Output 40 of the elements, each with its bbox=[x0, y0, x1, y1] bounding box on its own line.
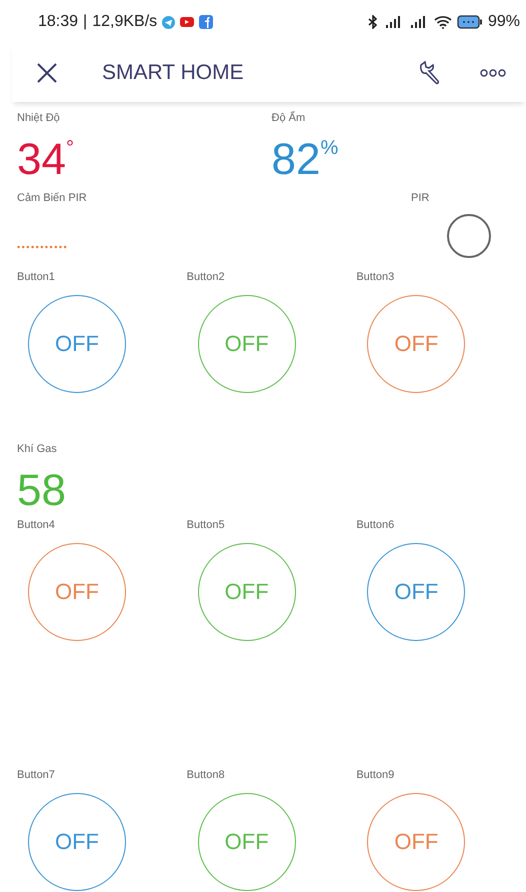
sensor-label: Độ Ẩm bbox=[272, 112, 306, 124]
button-label: Button7 bbox=[17, 769, 56, 781]
bluetooth-icon bbox=[366, 15, 379, 29]
indicator-label: PIR bbox=[411, 192, 430, 204]
play-icon bbox=[180, 17, 194, 27]
toggle-button[interactable]: OFF bbox=[28, 793, 126, 891]
sensor-value: 34° bbox=[17, 136, 74, 184]
button-label: Button4 bbox=[17, 519, 56, 531]
network-speed: 12,9KB/s bbox=[92, 13, 158, 31]
clock-time: 18:39 bbox=[38, 13, 78, 31]
button-label: Button9 bbox=[356, 769, 396, 781]
battery-icon bbox=[456, 15, 483, 29]
button-label: Button5 bbox=[186, 519, 226, 531]
button-label: Button6 bbox=[356, 519, 396, 531]
button-label: Button1 bbox=[17, 271, 56, 283]
screen-title: SMART HOME bbox=[102, 61, 245, 85]
sensor-value: 82% bbox=[272, 136, 338, 184]
sensor-label: Cảm Biến PIR bbox=[17, 192, 88, 204]
sensor-value: ••••••••••• bbox=[17, 242, 68, 252]
toggle-button[interactable]: OFF bbox=[367, 543, 466, 641]
toggle-button[interactable]: OFF bbox=[198, 543, 296, 641]
sensor-label: Khí Gas bbox=[17, 443, 58, 455]
button-label: Button3 bbox=[356, 271, 396, 283]
separator-text: | bbox=[83, 13, 88, 31]
toggle-button[interactable]: OFF bbox=[28, 295, 126, 393]
sensor-value: 58 bbox=[17, 467, 66, 515]
toggle-button[interactable]: OFF bbox=[367, 793, 466, 891]
button-label: Button8 bbox=[186, 769, 226, 781]
toggle-button[interactable]: OFF bbox=[367, 295, 466, 393]
wifi-icon bbox=[434, 15, 452, 29]
close-button[interactable] bbox=[36, 62, 58, 84]
more-button[interactable] bbox=[480, 69, 506, 77]
button-label: Button2 bbox=[186, 271, 226, 283]
f-square-icon bbox=[199, 15, 214, 29]
battery-level: 99% bbox=[488, 13, 520, 31]
paper-plane-icon bbox=[162, 16, 176, 28]
toggle-button[interactable]: OFF bbox=[198, 793, 296, 891]
sensor-label: Nhiệt Độ bbox=[17, 112, 61, 124]
toggle-button[interactable]: OFF bbox=[198, 295, 296, 393]
toggle-button[interactable]: OFF bbox=[28, 543, 126, 641]
